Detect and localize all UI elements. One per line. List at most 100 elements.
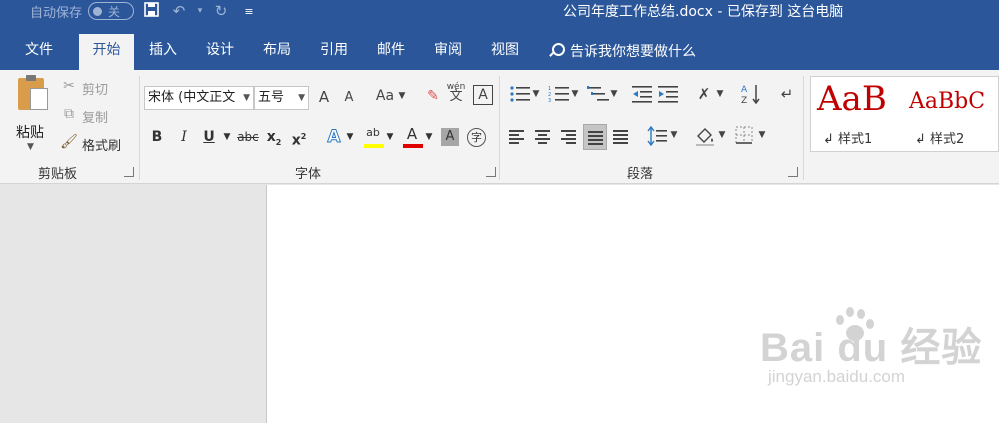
undo-icon[interactable]: ↶ bbox=[168, 2, 190, 20]
format-painter-button[interactable]: 格式刷 bbox=[82, 135, 121, 154]
group-divider bbox=[499, 76, 500, 180]
paste-label: 粘贴 bbox=[16, 125, 44, 141]
bold-button[interactable]: B bbox=[148, 125, 166, 149]
enclose-characters-button[interactable]: 字 bbox=[467, 128, 486, 147]
sort-icon[interactable]: AZ bbox=[740, 83, 762, 109]
highlight-label: ab bbox=[366, 126, 380, 139]
svg-text:A: A bbox=[741, 85, 748, 95]
increase-indent-icon[interactable] bbox=[657, 85, 679, 107]
chevron-down-icon: ▼ bbox=[532, 89, 540, 99]
distributed-button[interactable] bbox=[609, 124, 633, 150]
style-sample-1[interactable]: AaB bbox=[817, 79, 887, 119]
chevron-down-icon: ▼ bbox=[398, 91, 406, 101]
change-case-button[interactable]: Aa bbox=[372, 88, 398, 104]
highlight-button[interactable]: ab bbox=[362, 125, 384, 149]
customize-toolbar-icon[interactable]: ≡ bbox=[238, 5, 260, 18]
ribbon: 粘贴 ▼ ✂ 剪切 ⧉ 复制 🖌 格式刷 剪贴板 宋体 (中文正文 ▼ 五号 ▼… bbox=[0, 70, 999, 184]
show-marks-icon[interactable]: ↵ bbox=[776, 85, 798, 103]
ribbon-tabs: 文件 开始 插入 设计 布局 引用 邮件 审阅 视图 告诉我你想要做什么 bbox=[0, 30, 999, 70]
autosave-state: 关 bbox=[108, 4, 121, 19]
justify-icon bbox=[588, 131, 603, 147]
chevron-down-icon: ▼ bbox=[716, 89, 724, 99]
clipboard-launcher-icon[interactable] bbox=[124, 167, 134, 177]
tab-references[interactable]: 引用 bbox=[309, 34, 359, 70]
phonetic-guide-button[interactable]: wén 文 bbox=[446, 82, 466, 103]
tell-me-box[interactable]: 告诉我你想要做什么 bbox=[548, 41, 696, 61]
paw-logo bbox=[830, 307, 874, 351]
bullets-icon[interactable] bbox=[508, 85, 532, 107]
chevron-down-icon: ▼ bbox=[386, 132, 394, 142]
numbering-icon[interactable]: 123 bbox=[547, 85, 571, 107]
svg-text:Z: Z bbox=[741, 96, 747, 105]
line-spacing-icon[interactable] bbox=[646, 125, 668, 150]
style-name-2-text: 样式2 bbox=[930, 132, 965, 147]
clipboard-group-label: 剪贴板 bbox=[38, 167, 78, 182]
group-divider bbox=[139, 76, 140, 180]
align-right-button[interactable] bbox=[557, 124, 581, 150]
tab-review[interactable]: 审阅 bbox=[423, 34, 473, 70]
clear-formatting-icon[interactable]: ✎ bbox=[424, 88, 442, 104]
grow-font-button[interactable]: A bbox=[315, 88, 333, 106]
style-name-1-text: 样式1 bbox=[838, 132, 873, 147]
document-page[interactable] bbox=[266, 185, 999, 423]
autosave-label: 自动保存 bbox=[30, 5, 83, 21]
font-launcher-icon[interactable] bbox=[486, 167, 496, 177]
paste-button[interactable]: 粘贴 ▼ bbox=[12, 75, 52, 158]
chevron-down-icon: ▼ bbox=[223, 132, 231, 142]
justify-button[interactable] bbox=[583, 124, 607, 150]
italic-button[interactable]: I bbox=[175, 125, 193, 149]
style-sample-2[interactable]: AaBbC bbox=[909, 89, 985, 114]
font-size-combo[interactable]: 五号 ▼ bbox=[254, 86, 309, 110]
tab-mailings[interactable]: 邮件 bbox=[366, 34, 416, 70]
align-center-icon bbox=[535, 130, 550, 146]
character-shading-button[interactable]: A bbox=[441, 128, 459, 146]
phonetic-bottom: 文 bbox=[449, 89, 463, 104]
asian-layout-icon[interactable]: ✗ bbox=[692, 85, 716, 103]
quick-access-toolbar: 自动保存 关 ↶ ▾ ↻ ≡ bbox=[30, 0, 260, 22]
chevron-down-icon: ▼ bbox=[425, 132, 433, 142]
chevron-down-icon: ▼ bbox=[670, 130, 678, 140]
align-center-button[interactable] bbox=[531, 124, 555, 150]
tab-insert[interactable]: 插入 bbox=[138, 34, 188, 70]
save-icon[interactable] bbox=[140, 1, 162, 21]
title-bar: 自动保存 关 ↶ ▾ ↻ ≡ 公司年度工作总结.docx - 已保存到 这台电脑 bbox=[0, 0, 999, 30]
style-name-1[interactable]: ↲ 样式1 bbox=[823, 128, 872, 147]
chevron-down-icon: ▼ bbox=[346, 132, 354, 142]
chevron-down-icon: ▼ bbox=[571, 89, 579, 99]
align-right-icon bbox=[561, 130, 576, 146]
multilevel-list-icon[interactable] bbox=[586, 85, 610, 107]
shrink-font-button[interactable]: A bbox=[340, 90, 358, 105]
strikethrough-button[interactable]: abc bbox=[236, 125, 260, 149]
autosave-toggle[interactable]: 关 bbox=[88, 2, 135, 20]
undo-dropdown-icon[interactable]: ▾ bbox=[196, 6, 204, 16]
text-effects-button[interactable]: A bbox=[325, 125, 343, 149]
font-color-button[interactable]: A bbox=[401, 125, 423, 149]
redo-icon[interactable]: ↻ bbox=[210, 2, 232, 20]
underline-button[interactable]: U bbox=[200, 125, 218, 149]
format-painter-icon: 🖌 bbox=[60, 134, 78, 150]
toggle-knob bbox=[93, 6, 103, 16]
style-name-2[interactable]: ↲ 样式2 bbox=[915, 128, 964, 147]
svg-text:3: 3 bbox=[548, 98, 551, 103]
character-border-button[interactable]: A bbox=[473, 85, 493, 105]
superscript-x: x bbox=[291, 132, 301, 149]
tab-home[interactable]: 开始 bbox=[79, 34, 134, 70]
superscript-button[interactable]: x2 bbox=[290, 125, 308, 149]
align-left-icon bbox=[509, 130, 524, 146]
borders-icon[interactable] bbox=[733, 126, 755, 148]
font-size-value: 五号 bbox=[258, 90, 285, 105]
align-left-button[interactable] bbox=[505, 124, 529, 150]
font-name-combo[interactable]: 宋体 (中文正文 ▼ bbox=[144, 86, 254, 110]
decrease-indent-icon[interactable] bbox=[631, 85, 653, 107]
tab-layout[interactable]: 布局 bbox=[252, 34, 302, 70]
tab-file[interactable]: 文件 bbox=[14, 34, 64, 70]
copy-button[interactable]: 复制 bbox=[82, 107, 108, 126]
font-name-value: 宋体 (中文正文 bbox=[148, 90, 236, 105]
shading-icon[interactable] bbox=[694, 126, 716, 150]
chevron-down-icon: ▼ bbox=[758, 130, 766, 140]
tab-view[interactable]: 视图 bbox=[480, 34, 530, 70]
subscript-button[interactable]: x2 bbox=[265, 125, 283, 149]
tab-design[interactable]: 设计 bbox=[195, 34, 245, 70]
paragraph-launcher-icon[interactable] bbox=[788, 167, 798, 177]
cut-button[interactable]: 剪切 bbox=[82, 79, 108, 98]
